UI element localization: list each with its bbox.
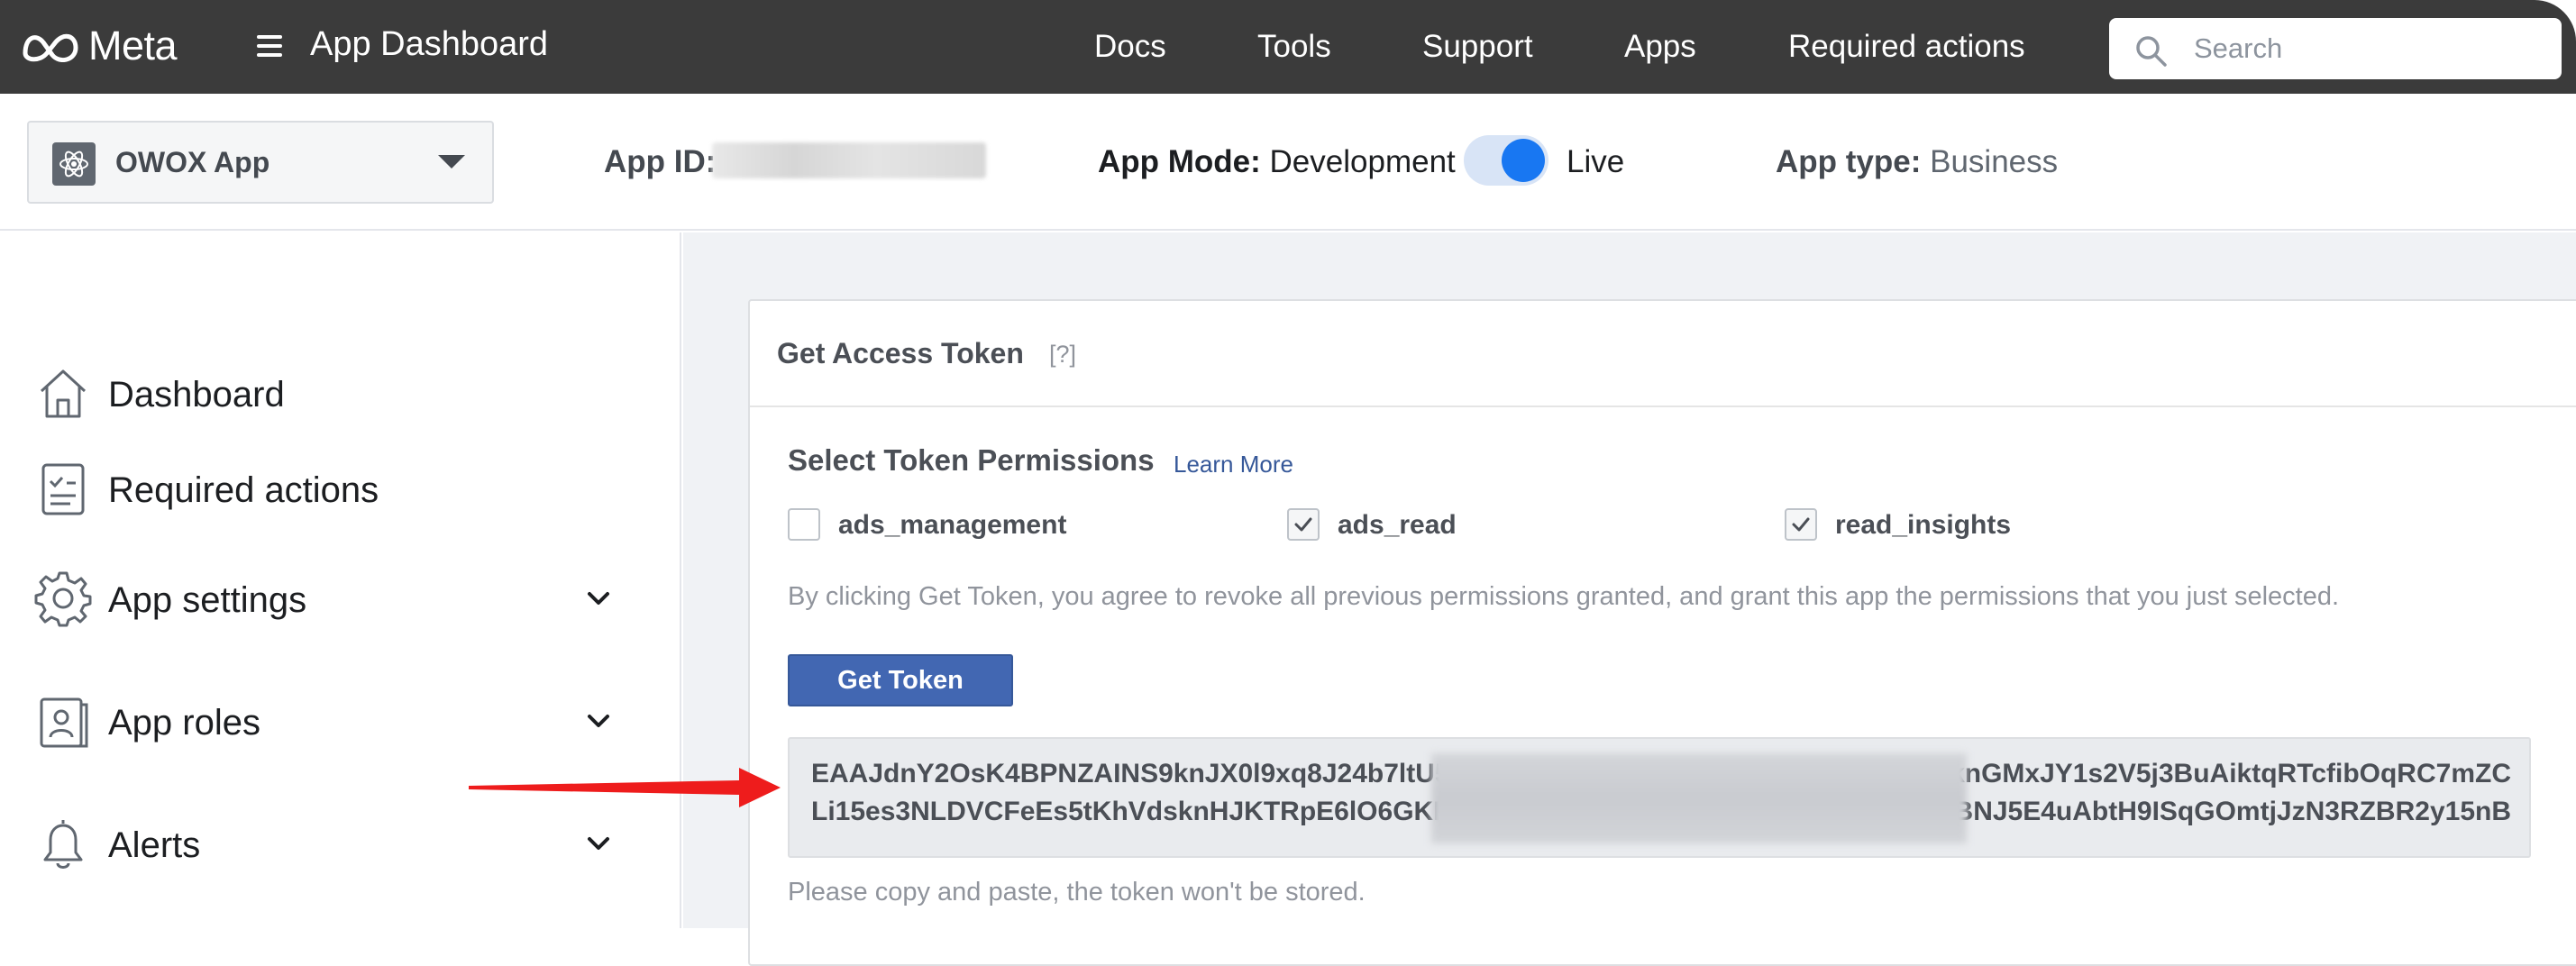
sidebar-item-label: Required actions (108, 470, 379, 510)
app-type-label: App type: (1776, 144, 1922, 179)
permission-label: ads_read (1338, 510, 1457, 540)
token-note: Please copy and paste, the token won't b… (788, 878, 1366, 907)
token-text: iBNJ5E4uAbtH9ISqGOmtjJzN3RZBR2y15nB (1946, 797, 2511, 826)
token-text: knGMxJY1s2V5j3BuAiktqRTcfibOqRC7mZC (1950, 759, 2511, 788)
menu-icon[interactable] (254, 31, 285, 61)
meta-logo[interactable]: Meta (20, 22, 178, 70)
bell-icon (34, 815, 92, 872)
checkmark-icon (1294, 517, 1312, 532)
id-badge-icon (34, 692, 92, 750)
card-title: Get Access Token (777, 337, 1024, 369)
sidebar-item-app-roles[interactable]: App roles (34, 685, 647, 757)
token-redaction (1431, 753, 1967, 843)
app-name: OWOX App (115, 146, 270, 178)
permission-label: read_insights (1835, 510, 2012, 540)
toggle-knob (1502, 139, 1545, 182)
chevron-down-icon[interactable] (584, 829, 613, 858)
checkbox-unchecked[interactable] (788, 508, 820, 541)
app-dashboard-title[interactable]: App Dashboard (310, 25, 548, 64)
nav-tools[interactable]: Tools (1257, 29, 1331, 65)
app-id-value-redacted (712, 142, 986, 178)
sidebar-item-dashboard[interactable]: Dashboard (34, 357, 647, 429)
sidebar-item-label: App roles (108, 703, 260, 743)
checkbox-checked[interactable] (1785, 508, 1817, 541)
sidebar-item-alerts[interactable]: Alerts (34, 807, 647, 879)
search-icon (2136, 36, 2167, 67)
clipboard-check-icon (34, 460, 92, 517)
app-info-bar: OWOX App App ID: App Mode: Development L… (0, 94, 2576, 231)
sidebar-item-label: App settings (108, 580, 307, 620)
app-type: App type: Business (1776, 144, 2058, 180)
app-mode-toggle[interactable] (1464, 135, 1548, 186)
chevron-down-icon[interactable] (584, 706, 613, 735)
sidebar-item-required-actions[interactable]: Required actions (34, 452, 647, 524)
nav-support[interactable]: Support (1422, 29, 1533, 65)
live-label: Live (1567, 144, 1625, 179)
token-text: Li15es3NLDVCFeEs5tKhVdsknHJKTRpE6lO6GKKt (811, 797, 1462, 826)
checkbox-checked[interactable] (1287, 508, 1320, 541)
app-selector-dropdown[interactable]: OWOX App (27, 121, 494, 204)
app-mode-label: App Mode: (1098, 144, 1261, 179)
help-link[interactable]: [?] (1049, 341, 1076, 369)
access-token-field[interactable]: EAAJdnY2OsK4BPNZAINS9knJX0l9xq8J24b7ltU5… (788, 737, 2531, 858)
chevron-down-icon[interactable] (584, 584, 613, 613)
search-box[interactable] (2109, 18, 2562, 79)
annotation-arrow-icon (469, 768, 781, 807)
card-header: Get Access Token [?] (750, 301, 2576, 407)
home-icon (34, 364, 92, 422)
nav-required-actions[interactable]: Required actions (1788, 29, 2025, 65)
app-type-value: Business (1930, 144, 2059, 179)
sidebar-item-app-settings[interactable]: App settings (34, 562, 647, 634)
get-access-token-card: Get Access Token [?] Select Token Permis… (748, 299, 2576, 966)
permissions-disclaimer: By clicking Get Token, you agree to revo… (788, 582, 2340, 611)
app-mode: App Mode: Development (1098, 144, 1456, 180)
top-navigation-bar: Meta App Dashboard Docs Tools Support Ap… (0, 0, 2576, 94)
nav-docs[interactable]: Docs (1094, 29, 1166, 65)
search-input[interactable] (2194, 27, 2545, 70)
permissions-title: Select Token Permissions (788, 443, 1155, 477)
sidebar-item-label: Dashboard (108, 375, 285, 415)
get-token-button[interactable]: Get Token (788, 654, 1013, 706)
nav-apps[interactable]: Apps (1624, 29, 1696, 65)
gear-icon (34, 570, 92, 627)
token-text: EAAJdnY2OsK4BPNZAINS9knJX0l9xq8J24b7ltU5 (811, 759, 1450, 788)
app-atom-icon (52, 142, 96, 186)
brand-name: Meta (88, 23, 178, 68)
caret-down-icon (438, 155, 465, 169)
sidebar: Dashboard Required actions App settings … (0, 232, 681, 928)
app-mode-value: Development (1269, 144, 1456, 179)
sidebar-item-label: Alerts (108, 825, 201, 865)
app-id-label: App ID: (604, 144, 717, 179)
permission-label: ads_management (838, 510, 1067, 540)
learn-more-link[interactable]: Learn More (1174, 451, 1293, 478)
meta-infinity-icon (23, 33, 78, 62)
main-content: Get Access Token [?] Select Token Permis… (683, 232, 2576, 966)
checkmark-icon (1792, 517, 1810, 532)
